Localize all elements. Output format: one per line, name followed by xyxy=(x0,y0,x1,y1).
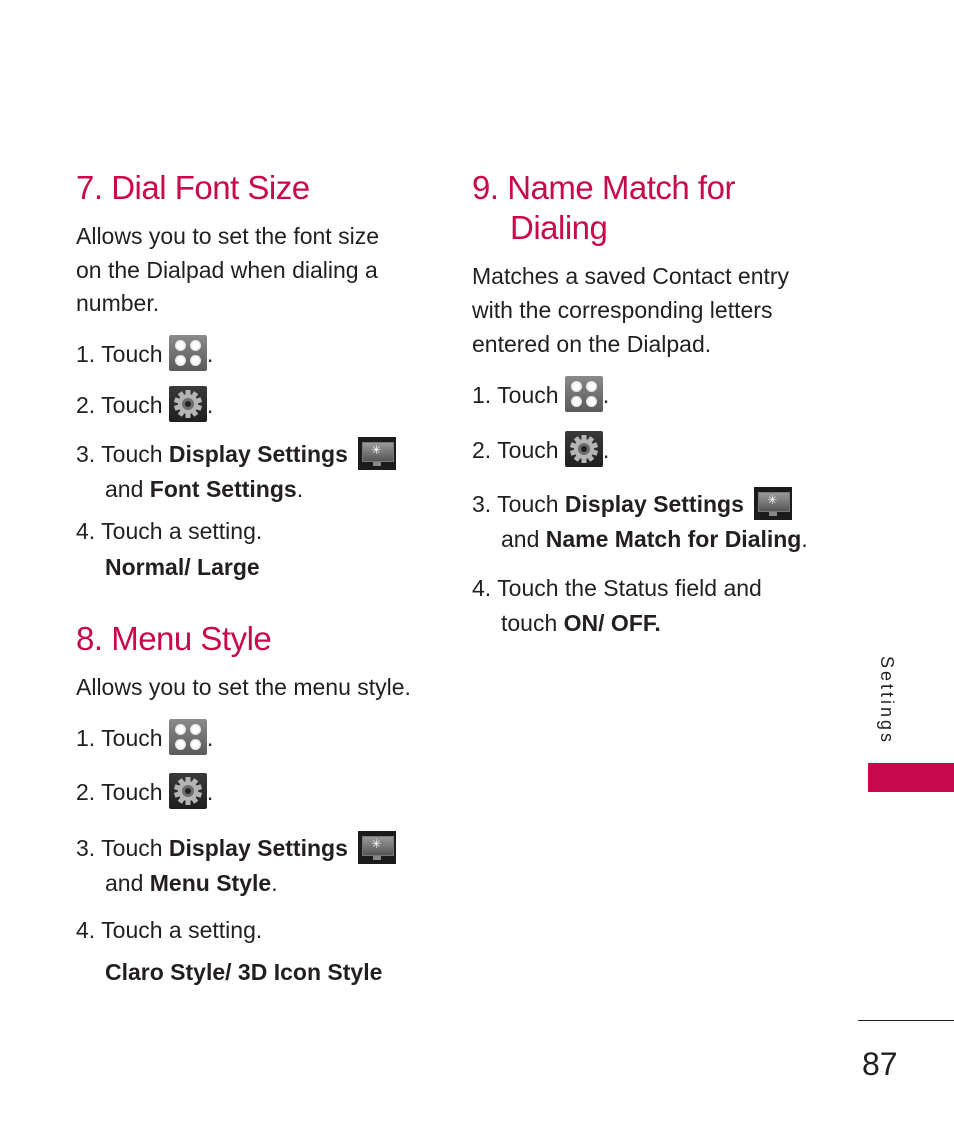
menu-path-menu-style: Menu Style xyxy=(149,870,272,896)
period: . xyxy=(296,476,304,502)
step-text: and xyxy=(105,870,144,896)
menu-path-font-settings: Font Settings xyxy=(149,476,297,502)
section-heading: 9. Name Match for xyxy=(472,168,735,208)
option-on-off: ON/ OFF. xyxy=(563,610,661,636)
step-3: 3. Touch Display Settings ✳ xyxy=(76,437,397,472)
heading-number: 7. xyxy=(76,169,103,206)
step-3: 3. Touch Display Settings ✳ xyxy=(76,831,397,866)
period: . xyxy=(271,870,278,896)
step-4: 4. Touch the Status field and xyxy=(472,575,762,601)
description-line: with the corresponding letters xyxy=(472,297,773,323)
menu-path-display-settings: Display Settings xyxy=(168,441,348,467)
page-number: 87 xyxy=(862,1046,898,1082)
section-heading: 7. Dial Font Size xyxy=(76,168,310,208)
description-line: on the Dialpad when dialing a xyxy=(76,257,378,283)
section-heading: 8. Menu Style xyxy=(76,619,272,659)
heading-text: Menu Style xyxy=(111,620,272,657)
step-3-cont: and Name Match for Dialing. xyxy=(501,522,808,556)
step-text: 2. Touch xyxy=(76,779,163,805)
step-4: 4. Touch a setting. xyxy=(76,917,263,943)
step-2: 2. Touch . xyxy=(472,430,610,470)
step-2: 2. Touch . xyxy=(76,385,214,425)
step-text: 1. Touch xyxy=(76,341,163,367)
step-text: 2. Touch xyxy=(472,437,559,463)
heading-text: Name Match for xyxy=(507,169,735,206)
step-4: 4. Touch a setting. xyxy=(76,518,263,544)
step-text: 1. Touch xyxy=(76,725,163,751)
apps-grid-icon xyxy=(168,718,207,755)
gear-settings-icon xyxy=(168,772,207,809)
menu-path-display-settings: Display Settings xyxy=(564,491,744,517)
step-1: 1. Touch . xyxy=(472,375,610,415)
step-text: and xyxy=(105,476,144,502)
apps-grid-icon xyxy=(564,375,603,412)
heading-text: Dial Font Size xyxy=(111,169,310,206)
period: . xyxy=(206,779,214,805)
step-3-cont: and Font Settings. xyxy=(105,472,303,506)
step-text: and xyxy=(501,526,540,552)
step-2: 2. Touch . xyxy=(76,772,214,812)
menu-path-name-match: Name Match for Dialing xyxy=(545,526,802,552)
period: . xyxy=(206,725,214,751)
menu-path-display-settings: Display Settings xyxy=(168,835,348,861)
period: . xyxy=(801,526,808,552)
heading-text: Dialing xyxy=(510,209,608,246)
setting-options: Claro Style/ 3D Icon Style xyxy=(105,959,383,985)
step-1: 1. Touch . xyxy=(76,718,214,758)
period: . xyxy=(206,341,214,367)
step-3-cont: and Menu Style. xyxy=(105,866,278,900)
side-tab-marker xyxy=(868,763,954,792)
step-text: 2. Touch xyxy=(76,392,163,418)
side-tab-text: Settings xyxy=(877,656,897,746)
step-3: 3. Touch Display Settings ✳ xyxy=(472,487,793,522)
description-line: Allows you to set the font size xyxy=(76,223,379,249)
section-heading-cont: Dialing xyxy=(510,208,608,248)
display-settings-icon: ✳ xyxy=(358,831,397,865)
gear-settings-icon xyxy=(564,430,603,467)
setting-options: Normal/ Large xyxy=(105,554,260,580)
period: . xyxy=(602,437,610,463)
step-4-cont: touch ON/ OFF. xyxy=(501,606,661,640)
apps-grid-icon xyxy=(168,334,207,371)
description-line: Matches a saved Contact entry xyxy=(472,263,790,289)
description-line: Allows you to set the menu style. xyxy=(76,674,411,700)
description-line: number. xyxy=(76,290,160,316)
period: . xyxy=(602,382,610,408)
step-text: 3. Touch xyxy=(76,835,163,861)
display-settings-icon: ✳ xyxy=(358,437,397,471)
step-1: 1. Touch . xyxy=(76,334,214,374)
heading-number: 9. xyxy=(472,169,499,206)
gear-settings-icon xyxy=(168,385,207,422)
side-tab-label: Settings xyxy=(870,656,900,756)
footer-divider xyxy=(858,1020,954,1021)
description-line: entered on the Dialpad. xyxy=(472,331,712,357)
period: . xyxy=(206,392,214,418)
step-text: 3. Touch xyxy=(76,441,163,467)
step-text: 1. Touch xyxy=(472,382,559,408)
display-settings-icon: ✳ xyxy=(754,487,793,521)
step-text: touch xyxy=(501,610,558,636)
heading-number: 8. xyxy=(76,620,103,657)
step-text: 3. Touch xyxy=(472,491,559,517)
